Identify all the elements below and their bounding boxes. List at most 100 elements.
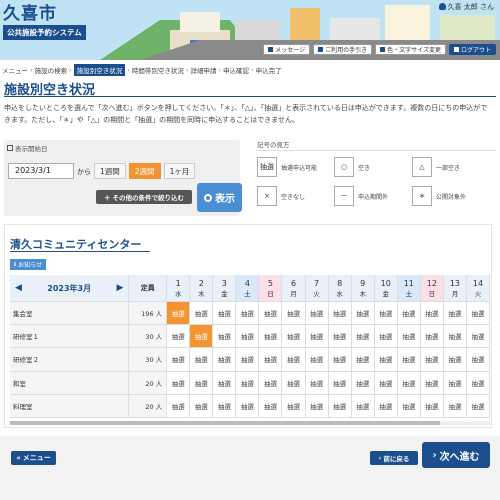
slot-cell[interactable]: 抽選 (397, 371, 421, 394)
slot-cell[interactable]: 抽選 (443, 348, 467, 371)
slot-cell[interactable]: 抽選 (328, 325, 352, 348)
slot-cell[interactable]: 抽選 (167, 394, 191, 417)
slot-cell[interactable]: 抽選 (443, 302, 467, 325)
slot-cell[interactable]: 抽選 (190, 302, 214, 325)
day-header: 3金 (213, 275, 237, 301)
city-logo[interactable]: 久喜市 (3, 4, 86, 24)
slot-cell[interactable]: 抽選 (190, 325, 214, 348)
slot-cell[interactable]: 抽選 (443, 371, 467, 394)
slot-cell[interactable]: 抽選 (397, 348, 421, 371)
slot-cell[interactable]: 抽選 (420, 371, 444, 394)
message-button[interactable]: メッセージ (263, 44, 311, 55)
slot-cell[interactable]: 抽選 (397, 394, 421, 417)
slot-cell[interactable]: 抽選 (443, 394, 467, 417)
slot-cell[interactable]: 抽選 (213, 325, 237, 348)
slot-cell[interactable]: 抽選 (305, 371, 329, 394)
slot-cell[interactable]: 抽選 (282, 348, 306, 371)
slot-cell[interactable]: 抽選 (190, 371, 214, 394)
slot-cell[interactable]: 抽選 (374, 394, 398, 417)
period-1month-button[interactable]: 1ヶ月 (163, 163, 196, 179)
filter-button[interactable]: ＋その他の条件で絞り込む (96, 190, 192, 204)
slot-cell[interactable]: 抽選 (282, 394, 306, 417)
slot-cell[interactable]: 抽選 (351, 394, 375, 417)
back-button[interactable]: ‹ 前に戻る (370, 451, 418, 465)
slot-cell[interactable]: 抽選 (236, 371, 260, 394)
slot-cell[interactable]: 抽選 (167, 348, 191, 371)
prev-month-icon[interactable]: ◀ (15, 283, 22, 293)
start-date-input[interactable]: 2023/3/1 (8, 163, 74, 179)
slot-cell[interactable]: 抽選 (282, 371, 306, 394)
slot-cell[interactable]: 抽選 (420, 394, 444, 417)
slot-cell[interactable]: 抽選 (282, 325, 306, 348)
guide-button[interactable]: ご利用の手引き (313, 44, 373, 55)
period-2weeks-button[interactable]: 2週間 (128, 163, 161, 179)
slot-cell[interactable]: 抽選 (374, 371, 398, 394)
day-header: 5日 (259, 275, 283, 301)
slot-cell[interactable]: 抽選 (305, 325, 329, 348)
slot-cell[interactable]: 抽選 (397, 302, 421, 325)
slot-cell[interactable]: 抽選 (466, 371, 491, 394)
breadcrumb-menu[interactable]: メニュー (2, 65, 28, 75)
logout-button[interactable]: ログアウト (448, 44, 496, 55)
slot-cell[interactable]: 抽選 (420, 325, 444, 348)
scrollbar-thumb[interactable] (10, 421, 440, 425)
slot-cell[interactable]: 抽選 (167, 325, 191, 348)
slot-cell[interactable]: 抽選 (466, 302, 491, 325)
slot-cell[interactable]: 抽選 (351, 302, 375, 325)
slot-cell[interactable]: 抽選 (167, 302, 191, 325)
slot-cell[interactable]: 抽選 (236, 302, 260, 325)
slot-cell[interactable]: 抽選 (259, 325, 283, 348)
slot-cell[interactable]: 抽選 (259, 371, 283, 394)
breadcrumb-search[interactable]: 施設の検索 (35, 65, 68, 75)
notice-button[interactable]: ℹ お知らせ (10, 259, 47, 270)
slot-cell[interactable]: 抽選 (328, 371, 352, 394)
day-header: 1水 (167, 275, 191, 301)
slot-cell[interactable]: 抽選 (167, 371, 191, 394)
show-button[interactable]: 表示 (197, 183, 242, 212)
slot-cell[interactable]: 抽選 (420, 302, 444, 325)
slot-cell[interactable]: 抽選 (374, 348, 398, 371)
slot-cell[interactable]: 抽選 (236, 348, 260, 371)
slot-cell[interactable]: 抽選 (213, 394, 237, 417)
horizontal-scrollbar[interactable] (10, 421, 490, 425)
slot-cell[interactable]: 抽選 (351, 371, 375, 394)
slot-cell[interactable]: 抽選 (259, 394, 283, 417)
slot-cell[interactable]: 抽選 (443, 325, 467, 348)
slot-cell[interactable]: 抽選 (466, 394, 491, 417)
slot-cell[interactable]: 抽選 (213, 348, 237, 371)
slot-cell[interactable]: 抽選 (374, 325, 398, 348)
slot-cell[interactable]: 抽選 (259, 302, 283, 325)
period-1week-button[interactable]: 1週間 (94, 163, 126, 179)
menu-button[interactable]: «メニュー (11, 451, 56, 465)
slot-cell[interactable]: 抽選 (328, 394, 352, 417)
slot-cell[interactable]: 抽選 (213, 371, 237, 394)
room-capacity: 30 人 (129, 325, 168, 348)
slot-cell[interactable]: 抽選 (236, 325, 260, 348)
slot-cell[interactable]: 抽選 (236, 394, 260, 417)
slot-cell[interactable]: 抽選 (305, 394, 329, 417)
slot-cell[interactable]: 抽選 (420, 348, 444, 371)
slot-cell[interactable]: 抽選 (374, 302, 398, 325)
slot-cell[interactable]: 抽選 (190, 348, 214, 371)
slot-cell[interactable]: 抽選 (351, 325, 375, 348)
display-settings-button[interactable]: 色・文字サイズ変更 (375, 44, 446, 55)
next-month-icon[interactable]: ▶ (116, 283, 123, 293)
slot-cell[interactable]: 抽選 (282, 302, 306, 325)
next-button[interactable]: › 次へ進む (422, 442, 490, 468)
slot-cell[interactable]: 抽選 (466, 325, 491, 348)
slot-cell[interactable]: 抽選 (190, 394, 214, 417)
slot-cell[interactable]: 抽選 (305, 302, 329, 325)
slot-cell[interactable]: 抽選 (328, 348, 352, 371)
slot-cell[interactable]: 抽選 (351, 348, 375, 371)
circle-icon: ○ (334, 157, 354, 177)
slot-cell[interactable]: 抽選 (259, 348, 283, 371)
day-number: 9 (360, 278, 366, 288)
slot-cell[interactable]: 抽選 (397, 325, 421, 348)
slot-cell[interactable]: 抽選 (305, 348, 329, 371)
slot-cell[interactable]: 抽選 (466, 348, 491, 371)
day-number: 14 (472, 278, 484, 288)
slot-cell[interactable]: 抽選 (328, 302, 352, 325)
room-capacity: 20 人 (129, 371, 168, 394)
day-header: 13 月 (444, 275, 467, 301)
slot-cell[interactable]: 抽選 (213, 302, 237, 325)
